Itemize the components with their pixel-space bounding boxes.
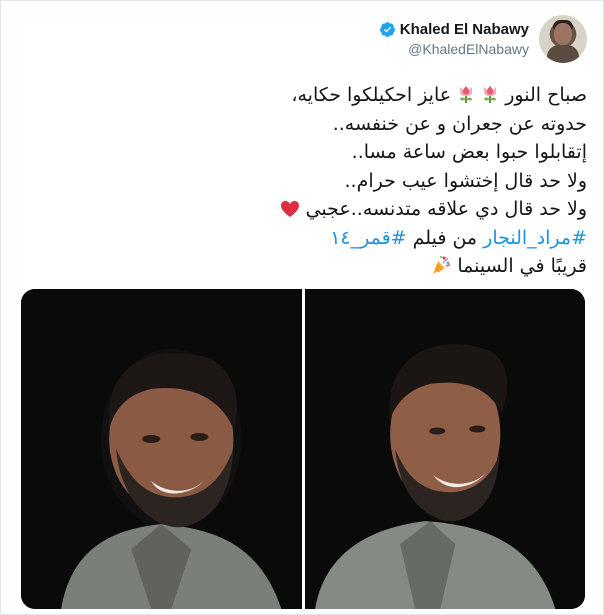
tweet-line-5-text: ولا حد قال دي علاقه متدنسه..عجبي <box>305 198 587 220</box>
author-name[interactable]: Khaled El Nabawy <box>400 21 529 38</box>
heart-icon <box>280 201 299 217</box>
tweet-line-1-mid: عايز احكيلكوا حكايه، <box>291 84 452 106</box>
portrait-image <box>21 289 302 609</box>
avatar[interactable] <box>539 15 587 63</box>
tweet-line-6-mid: من فيلم <box>406 226 478 249</box>
name-row: Khaled El Nabawy <box>379 21 529 38</box>
tweet-line-7-text: قريبًا في السينما <box>457 255 587 277</box>
hashtag-murad-elnaggar[interactable]: #مراد_النجار <box>483 227 587 249</box>
author-info: Khaled El Nabawy @KhaledElNabawy <box>379 21 529 57</box>
photo-right[interactable] <box>304 289 585 609</box>
tweet-card: Khaled El Nabawy @KhaledElNabawy صباح ال… <box>0 0 604 615</box>
verified-badge-icon <box>379 22 395 37</box>
photo-left[interactable] <box>21 289 302 609</box>
tweet-line-5: ولا حد قال دي علاقه متدنسه..عجبي <box>147 195 587 224</box>
author-handle[interactable]: @KhaledElNabawy <box>379 41 529 57</box>
tulip-icon <box>460 86 473 103</box>
tweet-line-1-start: صباح النور <box>499 84 587 106</box>
tweet-line-6: #مراد_النجار من فيلم #قمر_١٤ <box>147 224 587 253</box>
tweet-line-1: صباح النور عايز احكيلكوا حكايه، <box>147 81 587 110</box>
tweet-header: Khaled El Nabawy @KhaledElNabawy <box>379 15 587 63</box>
portrait-image <box>304 289 585 609</box>
tweet-media <box>21 289 585 609</box>
tweet-line-2: حدوته عن جعران و عن خنفسه.. <box>332 112 587 135</box>
tweet-line-4: ولا حد قال إختشوا عيب حرام.. <box>344 169 587 192</box>
party-popper-icon <box>433 256 451 274</box>
tweet-line-3: إتقابلوا حبوا بعض ساعة مسا.. <box>351 141 587 163</box>
tulip-icon <box>484 86 497 103</box>
tweet-text: صباح النور عايز احكيلكوا حكايه، حدوته عن… <box>147 81 587 281</box>
tweet-line-7: قريبًا في السينما <box>147 252 587 281</box>
hashtag-amar-14[interactable]: #قمر_١٤ <box>330 227 406 249</box>
